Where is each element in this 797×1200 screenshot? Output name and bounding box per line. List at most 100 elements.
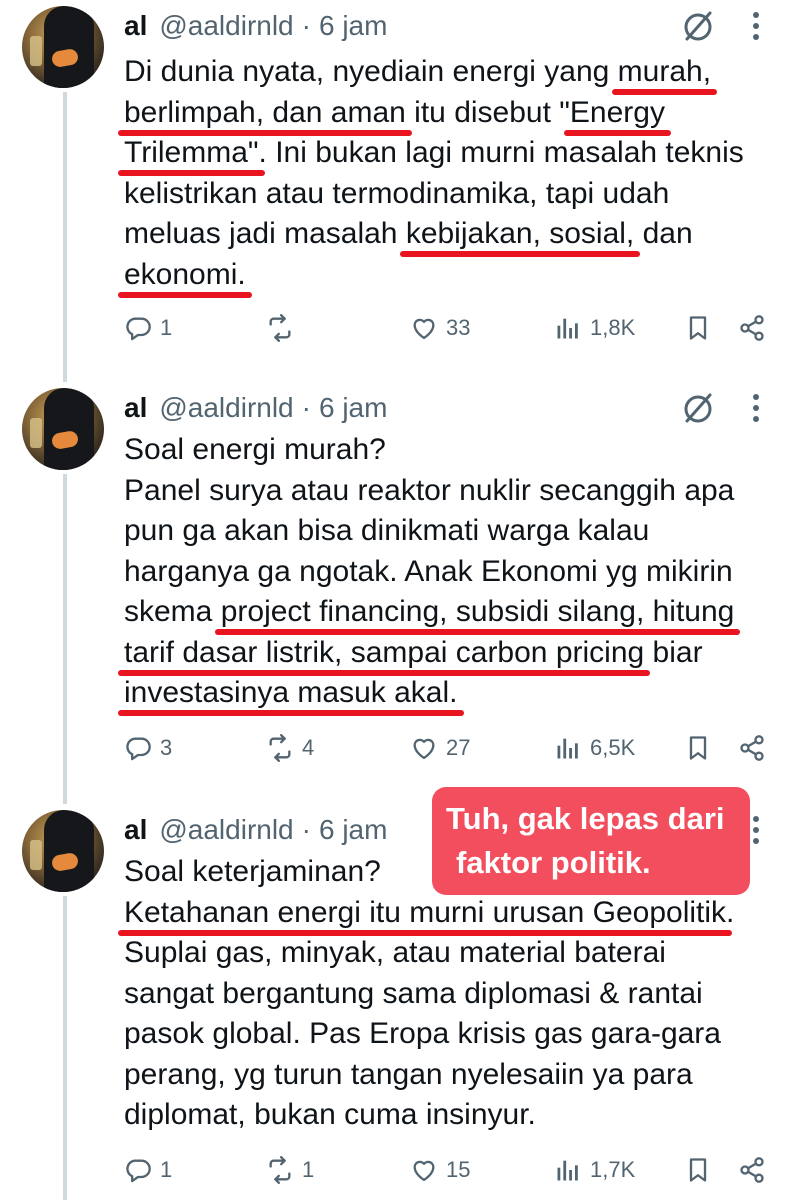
tweet-header: al @aaldirnld · 6 jam — [124, 812, 387, 848]
user-handle[interactable]: @aaldirnld — [159, 10, 293, 42]
tweet-header: al @aaldirnld · 6 jam — [124, 390, 387, 426]
display-name[interactable]: al — [124, 392, 147, 424]
text-line: meluas jadi masalah kebijakan, sosial, d… — [124, 214, 774, 255]
display-name[interactable]: al — [124, 10, 147, 42]
repost-button[interactable] — [266, 310, 302, 346]
text-segment: . Ini bukan lagi murni masalah teknis — [258, 136, 744, 169]
text-line: Soal energi murah? — [124, 430, 774, 471]
underlined-text: tarif dasar listrik, sampai carbon prici… — [124, 635, 645, 669]
like-count: 15 — [446, 1157, 471, 1182]
like-count: 33 — [446, 315, 471, 340]
reply-count: 1 — [160, 1157, 173, 1182]
reply-button[interactable]: 1 — [124, 310, 172, 346]
repost-button[interactable]: 1 — [266, 1152, 314, 1188]
text-line: ekonomi. — [124, 255, 774, 296]
text-segment: Soal energi murah? — [124, 433, 386, 466]
tweet-text: Di dunia nyata, nyediain energi yang mur… — [124, 52, 774, 295]
timestamp[interactable]: 6 jam — [319, 814, 387, 846]
grok-icon[interactable] — [680, 390, 716, 426]
bookmark-button[interactable] — [684, 310, 712, 346]
text-line: sangat bergantung sama diplomasi & ranta… — [124, 974, 774, 1015]
underlined-text: kebijakan, sosial, — [405, 217, 635, 250]
user-handle[interactable]: @aaldirnld — [159, 814, 293, 846]
repost-icon — [269, 1156, 291, 1184]
reply-icon — [126, 317, 151, 341]
repost-icon — [269, 734, 291, 762]
callout-line-1: Tuh, gak lepas dari — [446, 801, 725, 836]
text-line: pun ga akan bisa dinikmati warga kalau — [124, 511, 774, 552]
tweet[interactable]: al @aaldirnld · 6 jam Soal energi murah?… — [0, 382, 797, 782]
avatar[interactable] — [22, 810, 104, 892]
views-button[interactable]: 6,5K — [554, 730, 635, 766]
timestamp[interactable]: 6 jam — [319, 392, 387, 424]
more-icon[interactable] — [742, 390, 770, 426]
avatar[interactable] — [22, 388, 104, 470]
views-button[interactable]: 1,8K — [554, 310, 635, 346]
like-button[interactable]: 15 — [410, 1152, 470, 1188]
reply-icon — [126, 1159, 151, 1183]
text-segment: Panel surya atau reaktor nuklir secanggi… — [124, 473, 735, 507]
timestamp[interactable]: 6 jam — [319, 10, 387, 42]
underlined-text: Energy — [569, 95, 665, 129]
underlined-text: Trilemma" — [124, 136, 259, 169]
underlined-text: ekonomi. — [124, 257, 246, 291]
views-button[interactable]: 1,7K — [554, 1152, 635, 1188]
bookmark-icon — [689, 736, 707, 760]
like-button[interactable]: 27 — [410, 730, 470, 766]
like-icon — [413, 738, 435, 760]
repost-count: 1 — [302, 1157, 315, 1182]
callout-line-2: faktor politik. — [456, 845, 651, 880]
share-button[interactable] — [738, 1152, 766, 1188]
text-line: Panel surya atau reaktor nuklir secanggi… — [124, 471, 774, 512]
separator-dot: · — [301, 814, 311, 845]
display-name[interactable]: al — [124, 814, 147, 846]
underlined-text: project financing, subsidi silang, hitun… — [220, 595, 735, 628]
text-line: diplomat, bukan cuma insinyur. — [124, 1095, 774, 1136]
text-segment: sangat bergantung sama diplomasi & ranta… — [124, 976, 703, 1010]
text-segment: . — [726, 895, 735, 929]
views-icon — [557, 1160, 578, 1181]
views-icon — [557, 738, 578, 759]
underlined-text: investasinya masuk akal. — [124, 676, 458, 709]
repost-button[interactable]: 4 — [266, 730, 314, 766]
views-count: 1,8K — [590, 315, 636, 340]
grok-icon[interactable] — [680, 8, 716, 44]
bookmark-button[interactable] — [684, 730, 712, 766]
avatar[interactable] — [22, 6, 104, 88]
bookmark-icon — [689, 1158, 707, 1182]
text-segment: diplomat, bukan cuma insinyur. — [124, 1098, 536, 1131]
text-segment: skema — [124, 595, 221, 628]
text-segment: harganya ga ngotak. Anak Ekonomi yg miki… — [124, 554, 733, 588]
text-line: perang, yg turun tangan nyelesaiin ya pa… — [124, 1055, 774, 1096]
text-segment: Di dunia nyata, nyediain energi yang — [124, 55, 618, 88]
tweet[interactable]: al @aaldirnld · 6 jam Di dunia nyata, ny… — [0, 0, 797, 380]
text-line: investasinya masuk akal. — [124, 673, 774, 714]
bookmark-icon — [689, 316, 707, 340]
underlined-text: murah, — [617, 55, 712, 88]
like-icon — [413, 1160, 435, 1182]
share-button[interactable] — [738, 310, 766, 346]
like-button[interactable]: 33 — [410, 310, 470, 346]
text-line: pasok global. Pas Eropa krisis gas gara-… — [124, 1014, 774, 1055]
annotation-callout: Tuh, gak lepas dari faktor politik. — [432, 787, 750, 895]
reply-count: 1 — [160, 315, 173, 340]
user-handle[interactable]: @aaldirnld — [159, 392, 293, 424]
text-segment: dan — [634, 217, 693, 250]
text-line: Trilemma". Ini bukan lagi murni masalah … — [124, 133, 774, 174]
like-count: 27 — [446, 735, 471, 760]
underlined-text: berlimpah, dan aman — [124, 95, 406, 129]
reply-button[interactable]: 1 — [124, 1152, 172, 1188]
reply-button[interactable]: 3 — [124, 730, 172, 766]
more-icon[interactable] — [742, 8, 770, 44]
reply-icon — [126, 737, 151, 761]
share-button[interactable] — [738, 730, 766, 766]
bookmark-button[interactable] — [684, 1152, 712, 1188]
text-segment: meluas jadi masalah — [124, 217, 406, 250]
text-segment: pasok global. Pas Eropa krisis gas gara-… — [124, 1017, 721, 1050]
action-bar: 1 33 1,8K — [124, 310, 774, 346]
text-line: Ketahanan energi itu murni urusan Geopol… — [124, 893, 774, 934]
underlined-text: Ketahanan energi itu murni urusan Geopol… — [124, 895, 727, 929]
text-segment: kelistrikan atau termodinamika, tapi uda… — [124, 176, 670, 210]
text-line: berlimpah, dan aman itu disebut "Energy — [124, 93, 774, 134]
views-icon — [557, 318, 578, 339]
